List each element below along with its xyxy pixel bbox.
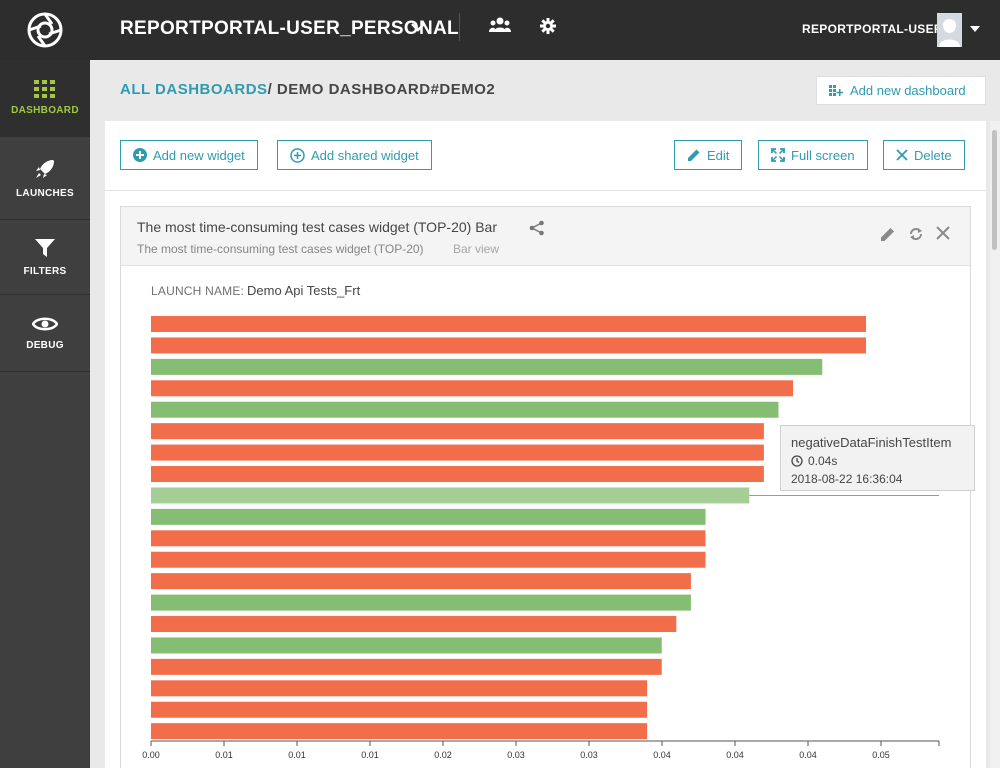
edit-button[interactable]: Edit (674, 140, 743, 170)
edit-label: Edit (707, 147, 730, 163)
chart-bar[interactable] (151, 573, 691, 590)
project-name[interactable]: REPORTPORTAL-USER_PERSONAL (120, 18, 459, 40)
chart-bar[interactable] (151, 551, 706, 568)
chart-bar[interactable] (151, 594, 691, 611)
sidebar-item-label: FILTERS (23, 266, 67, 277)
x-axis-tick-label: 0.03 (507, 750, 525, 760)
sidebar-item-filters[interactable]: FILTERS (0, 220, 90, 295)
plus-circle-outline-icon (290, 147, 305, 163)
rocket-icon (36, 160, 54, 178)
sidebar-item-dashboard[interactable]: DASHBOARD (0, 60, 90, 137)
chart-bar[interactable] (151, 616, 677, 633)
chart-bar[interactable] (151, 723, 648, 740)
x-axis-tick-label: 0.05 (872, 750, 890, 760)
chart-bar[interactable] (151, 444, 764, 461)
x-axis-tick-label: 0.04 (653, 750, 671, 760)
sidebar: DASHBOARD LAUNCHES FILTERS DEBUG (0, 0, 90, 768)
sidebar-item-label: DEBUG (26, 340, 64, 351)
plus-circle-icon (133, 148, 147, 162)
add-shared-widget-button[interactable]: Add shared widget (277, 140, 432, 170)
toolbar-divider (105, 190, 986, 191)
delete-button[interactable]: Delete (883, 140, 965, 170)
sidebar-item-label: DASHBOARD (11, 105, 79, 116)
tooltip-date: 2018-08-22 16:36:04 (791, 472, 903, 486)
chart-bar[interactable] (151, 530, 706, 547)
close-icon (896, 149, 908, 161)
tooltip-duration: 0.04s (808, 454, 838, 468)
app-logo[interactable] (0, 0, 90, 60)
x-axis-tick-label: 0.01 (361, 750, 379, 760)
pencil-icon (688, 149, 700, 161)
user-silhouette-icon (939, 19, 960, 47)
scrollbar-thumb[interactable] (992, 130, 997, 250)
add-new-dashboard-button[interactable]: Add new dashboard (816, 76, 986, 105)
sidebar-item-label: LAUNCHES (16, 188, 74, 199)
chevron-down-icon[interactable] (411, 23, 425, 33)
breadcrumb-all-dashboards[interactable]: ALL DASHBOARDS (120, 81, 268, 98)
top-header: REPORTPORTAL-USER_PERSONAL REPORTPORTAL-… (90, 0, 1000, 60)
members-icon[interactable] (489, 17, 511, 33)
grid-icon (34, 80, 55, 98)
chart-bar[interactable] (151, 423, 764, 440)
chart-bar[interactable] (151, 658, 662, 675)
chart-bar[interactable] (151, 337, 867, 354)
chart-bar[interactable] (151, 401, 779, 418)
add-new-widget-button[interactable]: Add new widget (120, 140, 258, 170)
filter-icon (35, 239, 55, 257)
chart-bar[interactable] (151, 701, 648, 718)
add-dashboard-icon (829, 84, 843, 96)
chart-bar[interactable] (151, 380, 794, 397)
breadcrumb-current: / DEMO DASHBOARD#DEMO2 (267, 81, 496, 98)
chart-bar[interactable] (151, 358, 823, 375)
chart-bar[interactable] (151, 637, 662, 654)
sidebar-item-launches[interactable]: LAUNCHES (0, 137, 90, 220)
chart-bar[interactable] (151, 487, 750, 504)
chevron-down-icon[interactable] (970, 26, 980, 33)
sidebar-item-debug[interactable]: DEBUG (0, 295, 90, 372)
x-axis-tick-label: 0.01 (215, 750, 233, 760)
eye-icon (32, 317, 58, 331)
x-axis-tick-label: 0.01 (288, 750, 306, 760)
breadcrumb: ALL DASHBOARDS/ DEMO DASHBOARD#DEMO2 (120, 81, 495, 98)
avatar[interactable] (937, 13, 962, 47)
gear-icon[interactable] (540, 18, 556, 34)
chart-bar[interactable] (151, 316, 867, 332)
tooltip-duration-row: 0.04s (791, 452, 964, 470)
clock-icon (791, 455, 803, 467)
x-axis-tick-label: 0.00 (142, 750, 160, 760)
header-divider (459, 13, 460, 41)
chart-bar[interactable] (151, 680, 648, 697)
fullscreen-icon (771, 148, 785, 162)
add-dashboard-label: Add new dashboard (850, 83, 966, 98)
x-axis-tick-label: 0.03 (580, 750, 598, 760)
x-axis-tick-label: 0.04 (726, 750, 744, 760)
aperture-logo-icon (27, 12, 63, 48)
delete-label: Delete (914, 147, 952, 163)
full-screen-button[interactable]: Full screen (758, 140, 868, 170)
tooltip-test-name: negativeDataFinishTestItem (791, 435, 952, 450)
user-name[interactable]: REPORTPORTAL-USER (802, 22, 943, 36)
x-axis-tick-label: 0.04 (799, 750, 817, 760)
x-axis-tick-label: 0.02 (434, 750, 452, 760)
add-new-widget-label: Add new widget (153, 147, 245, 163)
full-screen-label: Full screen (791, 147, 855, 163)
chart-bar[interactable] (151, 508, 706, 525)
add-shared-widget-label: Add shared widget (311, 147, 419, 163)
chart-tooltip: negativeDataFinishTestItem 0.04s 2018-08… (780, 425, 975, 491)
chart-bar[interactable] (151, 466, 764, 483)
